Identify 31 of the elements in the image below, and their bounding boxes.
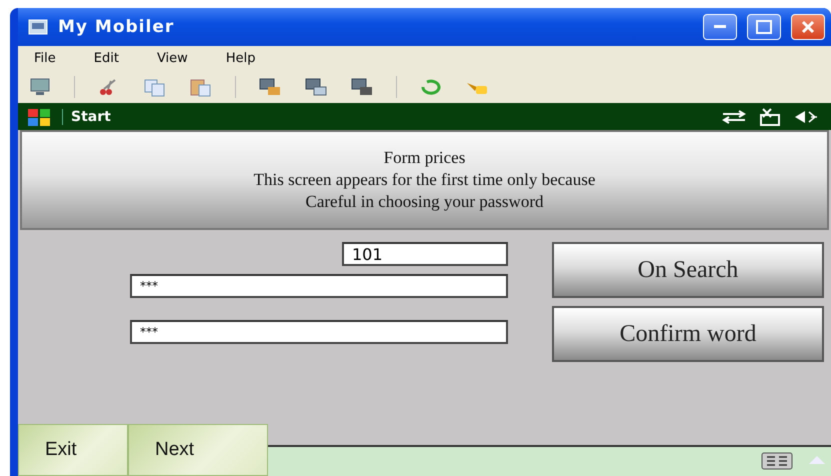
signal-off-icon[interactable] [757, 108, 783, 126]
connection-icon[interactable] [721, 108, 747, 124]
screen-transfer-icon[interactable] [258, 76, 282, 96]
monitor-icon[interactable] [28, 76, 52, 96]
screen-transfer-icon[interactable] [304, 76, 328, 96]
next-softkey[interactable]: Next [128, 424, 268, 476]
menu-item[interactable]: Edit [88, 50, 139, 66]
number-field[interactable]: 101 [342, 242, 508, 266]
password-field[interactable]: *** [130, 320, 508, 344]
windows-flag-icon[interactable] [26, 106, 52, 126]
header-text: This screen appears for the first time only because [254, 169, 596, 191]
maximize-button[interactable] [747, 14, 781, 40]
window-title: My Mobiler [58, 17, 176, 37]
minimize-button[interactable] [703, 14, 737, 40]
header-text: Careful in choosing your password [306, 191, 544, 213]
close-button[interactable] [791, 14, 825, 40]
search-button[interactable]: On Search [552, 242, 824, 298]
close-icon [801, 20, 815, 34]
menu-item[interactable]: View [150, 50, 208, 66]
paste-icon[interactable] [189, 76, 213, 96]
screen-transfer-icon[interactable] [350, 76, 374, 96]
confirm-button[interactable]: Confirm word [552, 306, 824, 362]
header-text: Form prices [384, 147, 466, 169]
menu-item[interactable]: Help [220, 50, 276, 66]
password-field[interactable]: *** [130, 274, 508, 298]
exit-softkey[interactable]: Exit [18, 424, 128, 476]
app-icon [28, 19, 48, 35]
maximize-icon [756, 20, 772, 34]
minimize-icon [714, 25, 726, 29]
menu-item[interactable]: File [28, 50, 76, 66]
keyboard-icon[interactable] [761, 452, 793, 470]
